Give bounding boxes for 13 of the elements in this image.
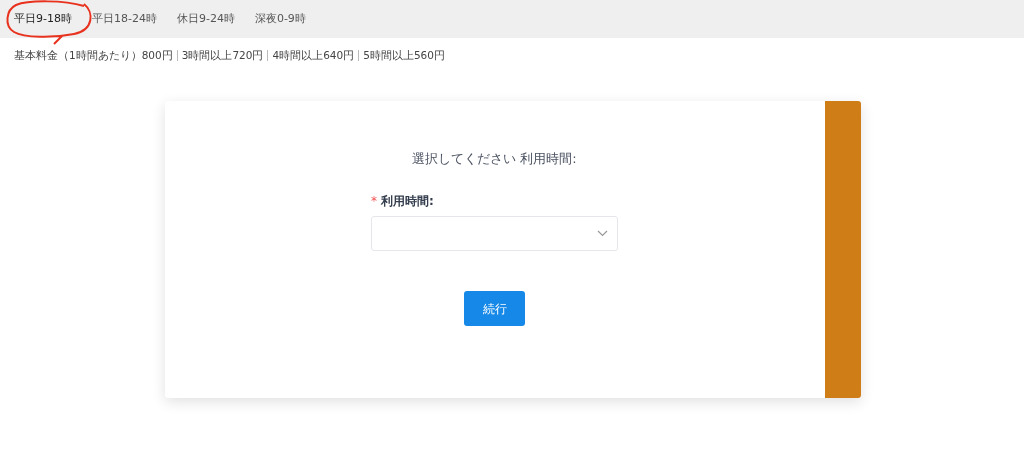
required-mark: *: [371, 193, 377, 211]
continue-button[interactable]: 続行: [464, 291, 525, 327]
price-text: 5時間以上560円: [363, 48, 445, 63]
price-text: 基本料金（1時間あたり）800円: [14, 48, 173, 63]
tab[interactable]: 平日18-24時: [81, 0, 167, 38]
price-text: 4時間以上640円: [272, 48, 355, 63]
time-select[interactable]: [371, 216, 618, 252]
tab[interactable]: 休日9-24時: [166, 0, 245, 38]
chevron-down-icon: [597, 230, 608, 238]
price-text: 3時間以上720円: [181, 48, 264, 63]
field-label: 利用時間:: [381, 193, 434, 211]
form-heading: 選択してください 利用時間:: [412, 149, 577, 168]
tab[interactable]: 深夜0-9時: [244, 0, 316, 38]
